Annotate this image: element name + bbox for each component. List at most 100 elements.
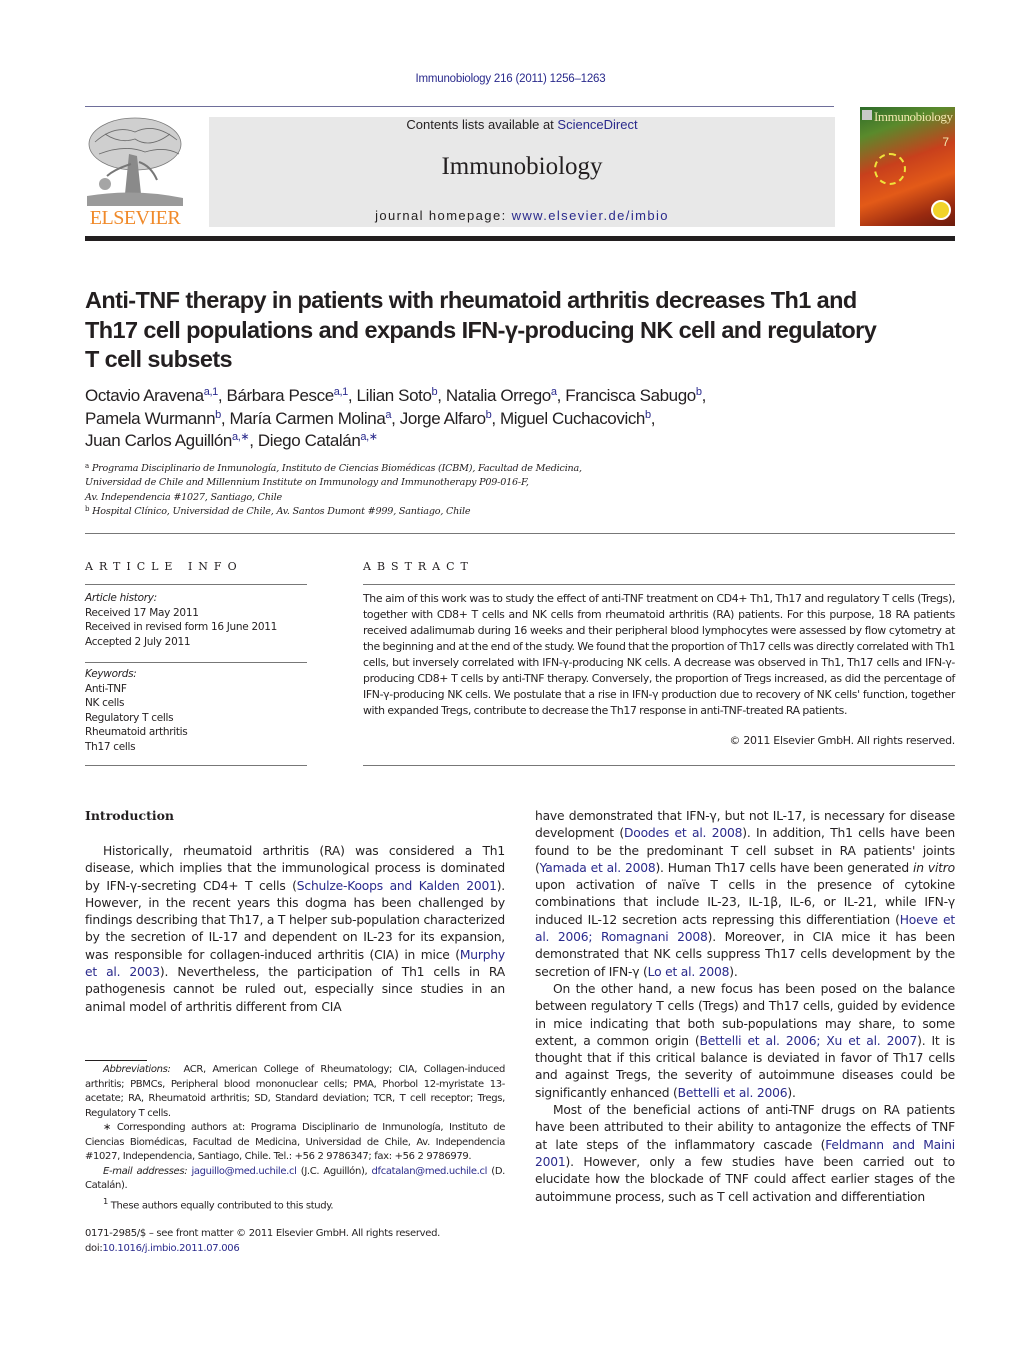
publisher-wordmark: ELSEVIER [89,207,181,229]
author-affil-mark[interactable]: b [486,409,492,421]
author-affil-mark[interactable]: b [432,386,438,398]
keyword-item: Th17 cells [85,740,136,753]
footnote-rule [85,1060,147,1061]
abstract-heading: ABSTRACT [363,560,474,573]
author-name: Octavio Aravena [85,386,204,405]
tree-icon [87,117,183,206]
author-name: Pamela Wurmann [85,408,216,428]
contents-prefix: Contents lists available at [406,117,558,132]
footnotes: Abbreviations: ACR, American College of … [85,1063,505,1213]
keywords: Keywords: Anti-TNF NK cells Regulatory T… [85,667,307,754]
doi-line: doi:10.1016/j.imbio.2011.07.006 [85,1241,505,1256]
abstract-text: The aim of this work was to study the ef… [363,592,955,717]
paragraph: Most of the beneficial actions of anti-T… [535,1103,955,1204]
citation-link[interactable]: Doodes et al. 2008 [624,826,742,840]
corresponding-author-footnote: ∗ Corresponding authors at: Programa Dis… [85,1122,505,1162]
citation-link[interactable]: Yamada et al. 2008 [540,861,656,875]
history-item: Received 17 May 2011 [85,606,199,619]
article-info-rule [85,584,307,585]
history-item: Received in revised form 16 June 2011 [85,621,277,633]
affiliation-a: a Programa Disciplinario de Inmunología,… [85,462,725,505]
paragraph: On the other hand, a new focus has been … [535,981,956,1100]
citation-link[interactable]: Feldmann and Maini 2001 [535,1138,955,1169]
cover-publisher-badge [862,110,872,120]
citation-link[interactable]: Hoeve et al. 2006; Romagnani 2008 [535,913,955,944]
sciencedirect-link[interactable]: ScienceDirect [557,117,637,132]
abstract-rule [363,584,955,585]
affiliations: a Programa Disciplinario de Inmunología,… [85,462,725,519]
elsevier-logo: ELSEVIER [85,114,185,230]
author-name: Bárbara Pesce [226,386,335,405]
author-affil-mark[interactable]: a,1 [204,386,218,398]
author-line: Juan Carlos Aguillóna,∗, Diego Catalána,… [85,431,378,450]
journal-homepage-link[interactable]: www.elsevier.de/imbio [512,208,669,223]
article-title: Anti-TNF therapy in patients with rheuma… [85,286,945,375]
affiliation-mark: b [85,504,90,513]
article-history-label: Article history: [85,592,157,604]
author-list: Octavio Aravenaa,1, Bárbara Pescea,1, Li… [85,385,945,453]
affiliation-line: Hospital Clínico, Universidad de Chile, … [92,505,471,517]
abbreviations-label: Abbreviations: [103,1064,171,1075]
affiliation-mark: a [85,462,89,470]
author-name: Diego Catalán [257,431,361,450]
cover-seal-icon [931,200,951,220]
author-name: Jorge Alfaro [399,408,486,428]
author-line: Octavio Aravenaa,1, Bárbara Pescea,1, Li… [85,386,706,405]
cover-cell-illustration [874,153,906,185]
author-affil-mark[interactable]: b [215,409,221,421]
keyword-item: Regulatory T cells [85,711,174,724]
body-column-right: have demonstrated that IFN-γ, but not IL… [535,808,955,1206]
journal-citation[interactable]: Immunobiology 216 (2011) 1256–1263 [0,73,1021,85]
email-link[interactable]: dfcatalan@med.uchile.cl [372,1166,488,1177]
citation-link[interactable]: Bettelli et al. 2006 [678,1086,788,1100]
citation-link[interactable]: Murphy et al. 2003 [85,948,505,979]
paragraph: have demonstrated that IFN-γ, but not IL… [535,809,956,979]
email-link[interactable]: jaguillo@med.uchile.cl [191,1166,296,1177]
citation-link[interactable]: Schulze-Koops and Kalden 2001 [297,879,497,893]
affiliation-line: Programa Disciplinario de Inmunología, I… [91,463,582,474]
section-heading-introduction: Introduction [85,808,175,823]
author-name: Natalia Orrego [445,386,551,405]
keyword-item: Rheumatoid arthritis [85,726,188,738]
author-affil-mark[interactable]: a,∗ [360,431,378,443]
affiliation-b: b Hospital Clínico, Universidad de Chile… [85,505,725,519]
email-label: E-mail addresses: [103,1165,188,1177]
citation-link[interactable]: Lo et al. 2008 [648,965,730,979]
author-affil-mark[interactable]: b [645,409,651,421]
keyword-item: NK cells [85,697,125,709]
author-affil-mark[interactable]: a,1 [334,386,348,398]
contents-available-line: Contents lists available at ScienceDirec… [209,117,835,133]
title-line: T cell subsets [85,346,233,372]
title-line: Anti-TNF therapy in patients with rheuma… [85,287,857,313]
front-matter: 0171-2985/$ – see front matter © 2011 El… [85,1226,505,1256]
author-affil-mark[interactable]: a,∗ [232,431,250,443]
keyword-item: Anti-TNF [85,682,127,695]
author-affil-mark[interactable]: b [696,386,702,398]
author-affil-mark[interactable]: a [385,409,391,421]
author-name: Juan Carlos Aguillón [85,431,232,450]
author-affil-mark[interactable]: a [551,386,557,398]
italic-term: in vitro [913,860,955,875]
front-section-rule [85,533,955,534]
body-column-left: Historically, rheumatoid arthritis (RA) … [85,843,505,1016]
cover-title: Immunobiology [874,109,953,124]
citation-link[interactable]: Bettelli et al. 2006; Xu et al. 2007 [700,1034,918,1048]
doi-prefix: doi: [85,1243,103,1254]
article-info-rule [85,662,307,663]
paragraph: Historically, rheumatoid arthritis (RA) … [85,844,506,1014]
journal-cover-image: Immunobiology 7 [860,107,955,226]
abbreviations-footnote: Abbreviations: ACR, American College of … [85,1063,505,1121]
article-info-heading: ARTICLE INFO [85,560,243,573]
header-rule [85,106,834,107]
author-name: María Carmen Molina [229,408,386,428]
doi-link[interactable]: 10.1016/j.imbio.2011.07.006 [102,1243,239,1254]
article-history: Article history: Received 17 May 2011 Re… [85,591,307,649]
history-item: Accepted 2 July 2011 [85,635,191,648]
issn-line: 0171-2985/$ – see front matter © 2011 El… [85,1228,441,1239]
keywords-label: Keywords: [85,668,137,680]
masthead-bottom-rule [85,236,955,241]
equal-contribution-text: These authors equally contributed to thi… [107,1199,334,1211]
homepage-prefix: journal homepage: [375,208,512,223]
journal-masthead: Contents lists available at ScienceDirec… [209,117,835,227]
author-name: Miguel Cuchacovich [500,408,645,428]
